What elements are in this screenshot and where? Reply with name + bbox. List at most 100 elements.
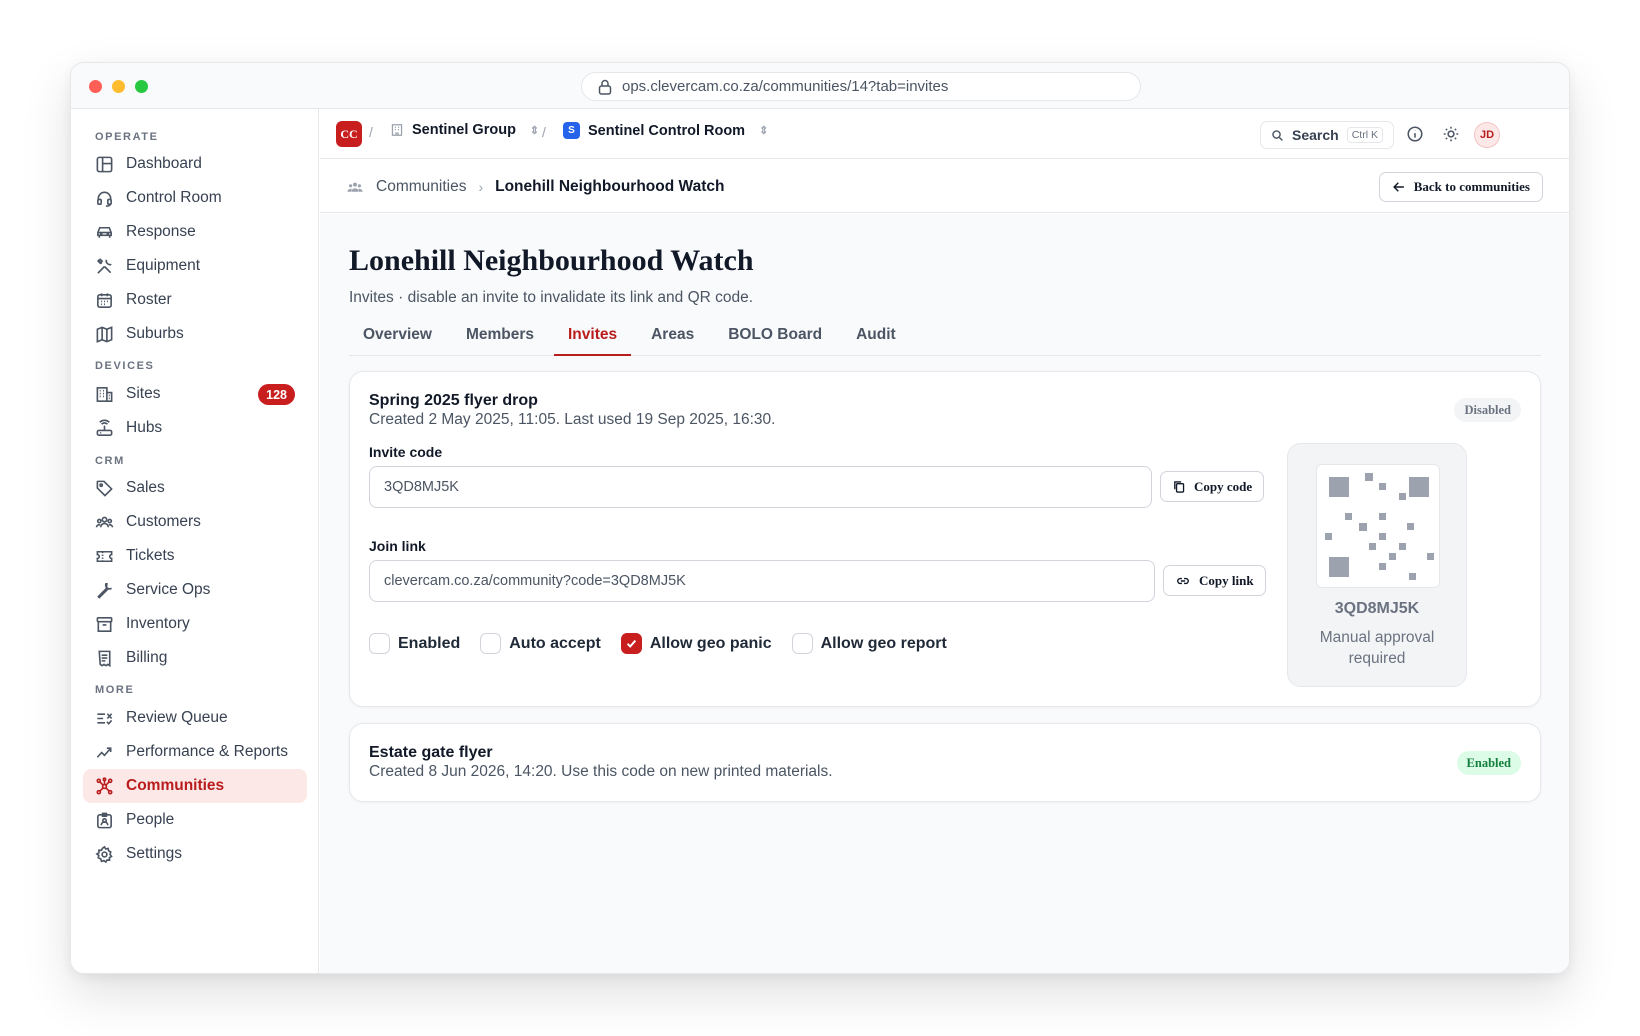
invite-card: Spring 2025 flyer drop Created 2 May 202… bbox=[349, 371, 1541, 707]
tab-areas[interactable]: Areas bbox=[637, 318, 708, 356]
allow-geo-report-checkbox[interactable]: Allow geo report bbox=[791, 633, 947, 654]
checkbox-box[interactable] bbox=[620, 633, 642, 654]
receipt-icon bbox=[98, 650, 111, 667]
browser-titlebar: ops.clevercam.co.za/communities/14?tab=i… bbox=[71, 63, 1569, 109]
copy-code-button[interactable]: Copy code bbox=[1160, 471, 1265, 502]
status-badge: Disabled bbox=[1454, 398, 1521, 422]
sidebar-item-settings[interactable]: Settings bbox=[83, 837, 307, 871]
check-icon bbox=[626, 639, 636, 648]
user-avatar[interactable]: JD bbox=[1474, 122, 1500, 148]
tab-overview[interactable]: Overview bbox=[349, 318, 446, 356]
sidebar-item-sites[interactable]: Sites 128 bbox=[83, 377, 307, 411]
workspace-switcher[interactable]: S Sentinel Control Room ⇕ bbox=[563, 122, 768, 139]
sidebar-item-response[interactable]: Response bbox=[83, 215, 307, 249]
tab-invites[interactable]: Invites bbox=[554, 318, 632, 356]
network-icon bbox=[96, 776, 113, 795]
sidebar-item-people[interactable]: People bbox=[83, 803, 307, 837]
join-link-label: Join link bbox=[369, 538, 426, 554]
address-bar[interactable]: ops.clevercam.co.za/communities/14?tab=i… bbox=[581, 72, 1141, 101]
tab-bar: Overview Members Invites Areas BOLO Boar… bbox=[349, 318, 1541, 356]
back-button-label: Back to communities bbox=[1413, 179, 1530, 194]
tag-icon bbox=[96, 480, 113, 497]
id-badge-icon bbox=[97, 812, 112, 828]
search-button[interactable]: Search Ctrl K bbox=[1260, 121, 1394, 149]
copy-link-button[interactable]: Copy link bbox=[1163, 565, 1266, 596]
join-link-field[interactable]: clevercam.co.za/community?code=3QD8MJ5K bbox=[369, 560, 1155, 602]
headset-icon bbox=[97, 191, 112, 207]
sidebar-item-sales[interactable]: Sales bbox=[83, 471, 307, 505]
building-icon bbox=[391, 124, 403, 136]
auto-accept-checkbox[interactable]: Auto accept bbox=[480, 633, 601, 654]
tab-members[interactable]: Members bbox=[452, 318, 548, 356]
back-to-communities-button[interactable]: Back to communities bbox=[1378, 172, 1543, 202]
dashboard-icon bbox=[96, 156, 113, 172]
sidebar-item-hubs[interactable]: Hubs bbox=[83, 411, 307, 445]
chevron-up-down-icon: ⇕ bbox=[759, 125, 769, 137]
sidebar-item-communities[interactable]: Communities bbox=[83, 769, 307, 803]
invite-meta: Created 8 Jun 2026, 14:20. Use this code… bbox=[369, 763, 833, 780]
sidebar-item-tickets[interactable]: Tickets bbox=[83, 539, 307, 573]
sidebar-item-dashboard[interactable]: Dashboard bbox=[83, 147, 307, 181]
sidebar-item-performance-reports[interactable]: Performance & Reports bbox=[83, 735, 307, 769]
sidebar-item-label: Control Room bbox=[126, 189, 222, 206]
qr-code-image[interactable] bbox=[1316, 464, 1440, 588]
allow-geo-panic-checkbox[interactable]: Allow geo panic bbox=[620, 633, 772, 654]
sidebar-item-label: Service Ops bbox=[126, 581, 211, 598]
invite-card[interactable]: Estate gate flyer Created 8 Jun 2026, 14… bbox=[349, 723, 1541, 802]
org-switcher[interactable]: Sentinel Group ⇕ bbox=[390, 122, 539, 138]
invite-name: Spring 2025 flyer drop bbox=[369, 392, 538, 409]
sidebar-item-inventory[interactable]: Inventory bbox=[83, 607, 307, 641]
section-label-devices: DEVICES bbox=[95, 360, 155, 372]
map-icon bbox=[96, 325, 113, 343]
breadcrumb-separator: / bbox=[369, 124, 373, 140]
sites-count-badge: 128 bbox=[258, 384, 295, 405]
sun-icon[interactable] bbox=[1442, 125, 1460, 143]
checkbox-box[interactable] bbox=[369, 633, 390, 654]
sidebar-item-control-room[interactable]: Control Room bbox=[83, 181, 307, 215]
top-header: CC / Sentinel Group ⇕ / S Sentinel Contr… bbox=[320, 109, 1569, 159]
sidebar-item-label: Hubs bbox=[126, 419, 163, 436]
window-minimize-button[interactable] bbox=[112, 80, 125, 93]
trend-icon bbox=[96, 746, 112, 758]
chevron-right-icon: › bbox=[478, 179, 484, 195]
checkbox-box[interactable] bbox=[791, 633, 813, 654]
invite-options: Enabled Auto accept Allow geo panic Allo… bbox=[369, 633, 947, 654]
qr-approval-note: Manual approval required bbox=[1319, 629, 1435, 667]
sidebar-item-roster[interactable]: Roster bbox=[83, 283, 307, 317]
checkbox-box[interactable] bbox=[480, 633, 502, 654]
tab-bolo-board[interactable]: BOLO Board bbox=[714, 318, 836, 356]
router-icon bbox=[96, 419, 113, 436]
page-title: Lonehill Neighbourhood Watch bbox=[349, 244, 754, 277]
window-maximize-button[interactable] bbox=[135, 80, 148, 93]
invite-meta: Created 2 May 2025, 11:05. Last used 19 … bbox=[369, 411, 776, 428]
info-icon[interactable] bbox=[1406, 125, 1424, 143]
sidebar-item-label: Billing bbox=[126, 649, 168, 666]
section-label-crm: CRM bbox=[95, 455, 125, 467]
sidebar-item-suburbs[interactable]: Suburbs bbox=[83, 317, 307, 351]
sub-header: Communities › Lonehill Neighbourhood Wat… bbox=[320, 160, 1569, 213]
checkbox-label: Auto accept bbox=[509, 634, 601, 652]
breadcrumb: Communities › Lonehill Neighbourhood Wat… bbox=[346, 178, 724, 196]
enabled-checkbox[interactable]: Enabled bbox=[369, 633, 460, 654]
sidebar-item-review-queue[interactable]: Review Queue bbox=[83, 701, 307, 735]
main-content: Lonehill Neighbourhood Watch Invites · d… bbox=[320, 214, 1569, 973]
breadcrumb-link-communities[interactable]: Communities bbox=[376, 178, 466, 196]
tab-audit[interactable]: Audit bbox=[842, 318, 910, 356]
status-badge: Enabled bbox=[1456, 751, 1521, 775]
sidebar-item-label: Customers bbox=[126, 513, 201, 530]
sidebar-item-customers[interactable]: Customers bbox=[83, 505, 307, 539]
link-icon bbox=[1177, 577, 1189, 584]
sidebar-item-label: Review Queue bbox=[126, 709, 228, 726]
sidebar-item-service-ops[interactable]: Service Ops bbox=[83, 573, 307, 607]
sidebar-item-label: Roster bbox=[126, 291, 172, 308]
sidebar-item-equipment[interactable]: Equipment bbox=[83, 249, 307, 283]
sidebar-item-label: Equipment bbox=[126, 257, 201, 274]
sidebar-item-label: Communities bbox=[126, 777, 225, 794]
qr-code-text: 3QD8MJ5K bbox=[1334, 600, 1420, 617]
section-label-more: MORE bbox=[95, 684, 135, 696]
checkbox-label: Allow geo panic bbox=[649, 634, 772, 652]
sidebar-item-billing[interactable]: Billing bbox=[83, 641, 307, 675]
users-icon bbox=[347, 182, 363, 192]
invite-code-field[interactable]: 3QD8MJ5K bbox=[369, 466, 1152, 508]
window-close-button[interactable] bbox=[89, 80, 102, 93]
